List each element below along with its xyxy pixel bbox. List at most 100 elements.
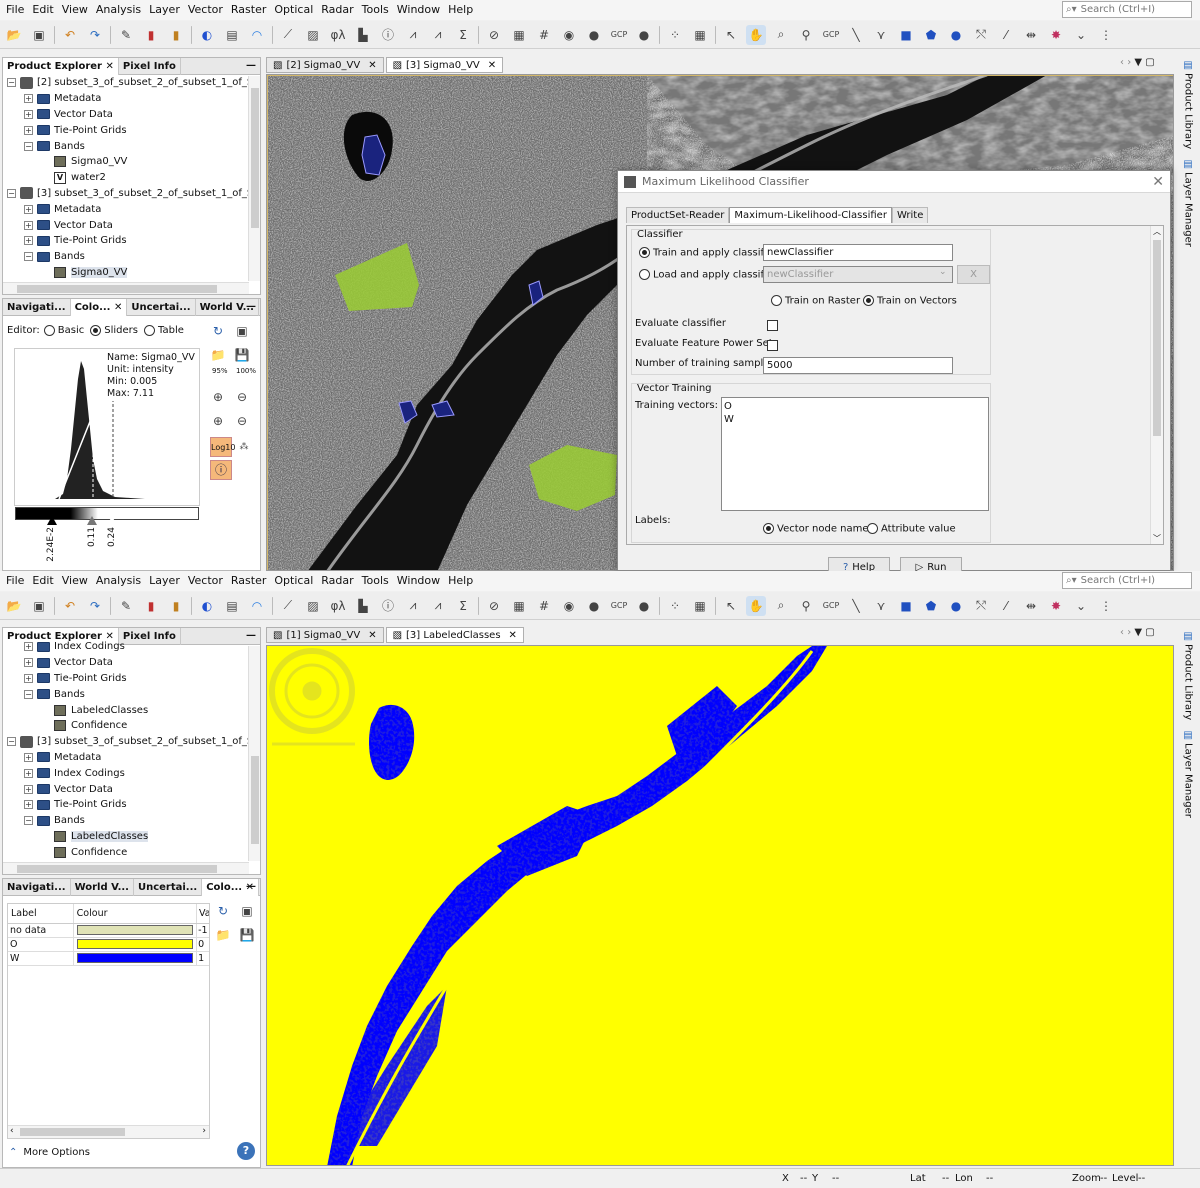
tree-node[interactable]: + Vector Data — [3, 107, 260, 123]
product-library-icon[interactable]: ▤ — [1183, 60, 1192, 71]
train-vectors-radio[interactable] — [863, 295, 874, 306]
menu-analysis[interactable]: Analysis — [92, 571, 145, 591]
table-row[interactable]: W1 — [8, 952, 209, 966]
rgb-image-icon[interactable]: ▮ — [141, 25, 161, 45]
colour-swatch[interactable] — [76, 953, 194, 963]
collapse-icon[interactable]: − — [24, 689, 33, 699]
menu-vector[interactable]: Vector — [184, 0, 227, 20]
chevron-down-icon[interactable]: ⌄ — [1071, 25, 1091, 45]
scrollbar-thumb[interactable] — [17, 285, 217, 293]
tree-node[interactable]: Confidence — [3, 718, 260, 734]
magic-wand-icon[interactable]: ⁄ — [996, 25, 1016, 45]
search-input[interactable]: ⌕▾ Search (Ctrl+I) — [1062, 1, 1192, 18]
tab-pixel-info[interactable]: Pixel Info — [119, 58, 181, 75]
color-palette-icon[interactable]: ◐ — [197, 596, 217, 616]
row-value[interactable]: 0 — [197, 938, 209, 951]
multi-apply-icon[interactable]: ▣ — [232, 321, 252, 341]
scroll-down-icon[interactable]: ﹀ — [1151, 533, 1163, 544]
select-tool-icon[interactable]: ↖ — [721, 596, 741, 616]
select-tool-icon[interactable]: ↖ — [721, 25, 741, 45]
multi-apply-icon[interactable]: ▣ — [237, 901, 257, 921]
polyline-tool-icon[interactable]: ⋎ — [871, 25, 891, 45]
scrollbar-thumb[interactable] — [17, 865, 217, 873]
tree-node[interactable]: + Index Codings — [3, 765, 260, 781]
tree-node[interactable]: − Bands — [3, 138, 260, 154]
menu-edit[interactable]: Edit — [28, 571, 57, 591]
menu-help[interactable]: Help — [444, 0, 477, 20]
menu-layer[interactable]: Layer — [145, 571, 184, 591]
basic-radio[interactable] — [43, 325, 55, 336]
minimize-icon[interactable]: — — [246, 58, 256, 74]
scatter-plot-icon[interactable]: ▨ — [303, 596, 323, 616]
tree-node[interactable]: + Metadata — [3, 201, 260, 217]
graticule-icon[interactable]: # — [534, 25, 554, 45]
layer-manager-tab[interactable]: Layer Manager — [1183, 743, 1194, 818]
close-icon[interactable]: ✕ — [368, 60, 376, 71]
attribute-value-option[interactable]: Attribute value — [867, 523, 956, 535]
menu-tools[interactable]: Tools — [358, 0, 393, 20]
scrollbar-horizontal[interactable] — [3, 282, 249, 294]
phi-lambda-icon[interactable]: φλ — [328, 25, 348, 45]
column-colour[interactable]: Colour — [74, 904, 198, 923]
slider-handle-min[interactable] — [47, 516, 57, 525]
compute-icon[interactable]: ⩘ — [428, 596, 448, 616]
chevron-down-icon[interactable]: ⌄ — [939, 267, 947, 277]
help-icon[interactable]: ? — [237, 1142, 255, 1160]
expand-icon[interactable]: + — [24, 204, 33, 214]
expand-icon[interactable]: + — [24, 236, 33, 246]
color-palette-icon[interactable]: ◐ — [197, 25, 217, 45]
world-map-icon[interactable]: ● — [584, 596, 604, 616]
layer-manager-icon[interactable]: ▤ — [1183, 159, 1192, 170]
tree-node[interactable]: + Metadata — [3, 91, 260, 107]
zoom-100-label[interactable]: 100% — [236, 367, 256, 375]
export-icon[interactable]: 💾 — [237, 925, 257, 945]
layer-manager-icon[interactable]: ▤ — [1183, 730, 1192, 741]
expand-icon[interactable]: + — [24, 220, 33, 230]
profile-plot-icon[interactable]: ⟋ — [278, 25, 298, 45]
log10-button[interactable]: Log10 — [210, 437, 235, 457]
menu-view[interactable]: View — [58, 571, 92, 591]
wave-icon[interactable]: ◠ — [247, 596, 267, 616]
save-product-icon[interactable]: ▣ — [29, 25, 49, 45]
zoom-tool-icon[interactable]: ⌕ — [771, 596, 791, 616]
tab-labeled-classes[interactable]: ▧ [3] LabeledClasses ✕ — [385, 627, 524, 643]
gcp-tool-icon[interactable]: GCP — [821, 25, 841, 45]
tab-write[interactable]: Write — [891, 207, 929, 223]
more-tools-icon[interactable]: ⋮ — [1096, 25, 1116, 45]
colour-swatch[interactable] — [76, 939, 194, 949]
gcp-manager-icon[interactable]: GCP — [609, 25, 629, 45]
rectangle-tool-icon[interactable]: ■ — [896, 596, 916, 616]
minimize-icon[interactable]: — — [246, 299, 256, 315]
polyline-tool-icon[interactable]: ⋎ — [871, 596, 891, 616]
network-icon[interactable]: ⁘ — [665, 596, 685, 616]
tab-sigma0-vv-2[interactable]: ▧ [2] Sigma0_VV ✕ — [266, 57, 384, 73]
evaluate-feature-checkbox[interactable] — [767, 340, 778, 351]
information-icon[interactable]: ⓘ — [378, 596, 398, 616]
menu-tools[interactable]: Tools — [358, 571, 393, 591]
tab-sigma0-vv-1[interactable]: ▧ [1] Sigma0_VV ✕ — [266, 627, 384, 643]
globe-icon[interactable]: ● — [634, 596, 654, 616]
product-library-tab[interactable]: Product Library — [1183, 644, 1194, 720]
menu-layer[interactable]: Layer — [145, 0, 184, 20]
line-tool-icon[interactable]: ╲ — [846, 596, 866, 616]
menu-raster[interactable]: Raster — [227, 571, 270, 591]
dialog-scrollbar[interactable]: ︿ ﹀ — [1150, 226, 1163, 544]
table-row[interactable]: no data -1 — [8, 924, 209, 938]
expand-icon[interactable]: + — [24, 658, 33, 668]
tab-sigma0-vv-3[interactable]: ▧ [3] Sigma0_VV ✕ — [385, 57, 504, 73]
zoom-tool-icon[interactable]: ⌕ — [771, 25, 791, 45]
scroll-left-icon[interactable]: ‹ — [10, 1126, 14, 1136]
collapse-icon[interactable]: − — [7, 737, 16, 747]
rectangle-tool-icon[interactable]: ■ — [896, 25, 916, 45]
phi-lambda-icon[interactable]: φλ — [328, 596, 348, 616]
product-library-tab[interactable]: Product Library — [1183, 73, 1194, 149]
range-finder-icon[interactable]: ⤲ — [971, 596, 991, 616]
collapse-icon[interactable]: − — [7, 188, 16, 198]
help-button[interactable]: ? Help — [828, 557, 890, 571]
ellipse-tool-icon[interactable]: ● — [946, 25, 966, 45]
tab-world-view[interactable]: World V... — [71, 879, 134, 896]
attribute-value-radio[interactable] — [867, 523, 878, 534]
run-button[interactable]: ▷ Run — [900, 557, 962, 571]
tree-node[interactable]: + Tie-Point Grids — [3, 122, 260, 138]
next-tab-icon[interactable]: › — [1127, 57, 1131, 68]
